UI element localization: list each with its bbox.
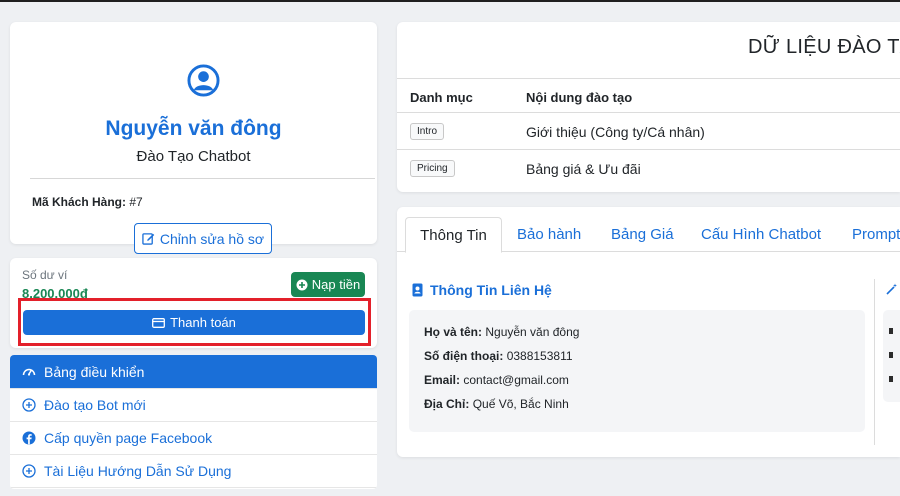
table-row[interactable]: Pricing Bảng giá & Ưu đãi (397, 149, 900, 186)
menu-label: Đào tạo Bot mới (44, 397, 146, 413)
phone-label: Số điện thoại: (424, 349, 504, 363)
full-name-label: Họ và tên: (424, 325, 483, 339)
training-data-title: DỮ LIỆU ĐÀO TẠ (748, 36, 900, 58)
menu-item-train-bot[interactable]: Đào tạo Bot mới (10, 389, 377, 422)
customer-id-value: #7 (129, 195, 143, 209)
plus-circle-icon (22, 464, 36, 478)
top-bar (0, 0, 900, 2)
contact-address: Địa Chỉ: Quế Võ, Bắc Ninh (424, 397, 569, 411)
table-header-row: Danh mục Nội dung đào tạo (397, 78, 900, 112)
phone-value: 0388153811 (506, 349, 573, 363)
profile-name: Nguyễn văn đông (105, 117, 282, 140)
menu-item-facebook-page[interactable]: Cấp quyền page Facebook (10, 422, 377, 455)
contact-details: Họ và tên: Nguyễn văn đông Số điện thoại… (409, 310, 865, 432)
training-content: Bảng giá & Ưu đãi (526, 161, 641, 177)
plus-circle-icon (296, 279, 308, 290)
tab-bar: Thông Tin Bảo hành Bảng Giá Cấu Hình Cha… (397, 207, 900, 253)
tab-chatbot-config[interactable]: Cấu Hình Chatbot (701, 217, 821, 252)
topup-button[interactable]: Nạp tiền (291, 272, 365, 297)
side-panel-marker (889, 328, 893, 334)
email-value: contact@gmail.com (463, 373, 569, 387)
plus-circle-icon (22, 398, 36, 412)
tab-warranty[interactable]: Bảo hành (517, 217, 581, 252)
info-tabs-card: Thông Tin Bảo hành Bảng Giá Cấu Hình Cha… (397, 207, 900, 457)
address-label: Địa Chỉ: (424, 397, 470, 411)
customer-id-label: Mã Khách Hàng: (32, 195, 127, 209)
menu-item-user-guide[interactable]: Tài Liệu Hướng Dẫn Sử Dụng (10, 455, 377, 488)
menu-label: Cấp quyền page Facebook (44, 430, 213, 446)
tab-info[interactable]: Thông Tin (405, 217, 502, 253)
tab-prompt[interactable]: Prompt (852, 217, 900, 252)
wallet-label: Số dư ví (22, 268, 68, 282)
credit-card-icon (152, 317, 166, 328)
topup-label: Nạp tiền (311, 277, 361, 292)
pay-button[interactable]: Thanh toán (23, 310, 365, 335)
training-content: Giới thiệu (Công ty/Cá nhân) (526, 124, 705, 140)
side-panel-marker (889, 376, 893, 382)
dashboard-icon (22, 365, 36, 379)
contact-full-name: Họ và tên: Nguyễn văn đông (424, 325, 579, 339)
contact-card-icon (412, 283, 423, 297)
column-divider (874, 279, 875, 445)
user-avatar-icon (187, 64, 220, 97)
wallet-card: Số dư ví 8.200.000đ Nạp tiền Thanh toán (10, 258, 377, 348)
menu-item-dashboard[interactable]: Bảng điều khiển (10, 355, 377, 389)
edit-profile-button[interactable]: Chỉnh sửa hồ sơ (134, 223, 272, 254)
training-data-card: DỮ LIỆU ĐÀO TẠ Danh mục Nội dung đào tạo… (397, 22, 900, 192)
edit-profile-label: Chỉnh sửa hồ sơ (159, 230, 265, 247)
contact-email: Email: contact@gmail.com (424, 373, 569, 387)
column-header-category: Danh mục (410, 90, 473, 105)
contact-title-label: Thông Tin Liên Hệ (430, 282, 552, 298)
category-badge: Intro (410, 123, 445, 140)
menu-label: Bảng điều khiển (44, 363, 145, 380)
profile-role: Đào Tạo Chatbot (136, 148, 251, 165)
profile-card: Nguyễn văn đông Đào Tạo Chatbot Mã Khách… (10, 22, 377, 254)
wallet-balance: 8.200.000đ (22, 286, 88, 298)
magic-wand-icon (886, 283, 897, 295)
facebook-icon (22, 431, 36, 445)
table-row[interactable]: Intro Giới thiệu (Công ty/Cá nhân) (397, 112, 900, 149)
full-name-value: Nguyễn văn đông (485, 325, 580, 339)
contact-phone: Số điện thoại: 0388153811 (424, 349, 573, 363)
profile-divider (30, 178, 375, 179)
customer-id: Mã Khách Hàng: #7 (32, 195, 143, 209)
menu-label: Tài Liệu Hướng Dẫn Sử Dụng (44, 463, 232, 479)
email-label: Email: (424, 373, 461, 387)
side-panel-box (883, 310, 900, 402)
tab-pricing[interactable]: Bảng Giá (611, 217, 674, 252)
side-panel-marker (889, 352, 893, 358)
category-badge: Pricing (410, 160, 455, 177)
sidebar-menu: Bảng điều khiển Đào tạo Bot mới Cấp quyề… (10, 355, 377, 489)
column-header-content: Nội dung đào tạo (526, 90, 633, 105)
contact-section-title: Thông Tin Liên Hệ (412, 282, 552, 298)
edit-icon (142, 233, 155, 245)
pay-label: Thanh toán (170, 315, 236, 330)
address-value: Quế Võ, Bắc Ninh (472, 397, 569, 411)
training-data-table: Danh mục Nội dung đào tạo Intro Giới thi… (397, 78, 900, 186)
